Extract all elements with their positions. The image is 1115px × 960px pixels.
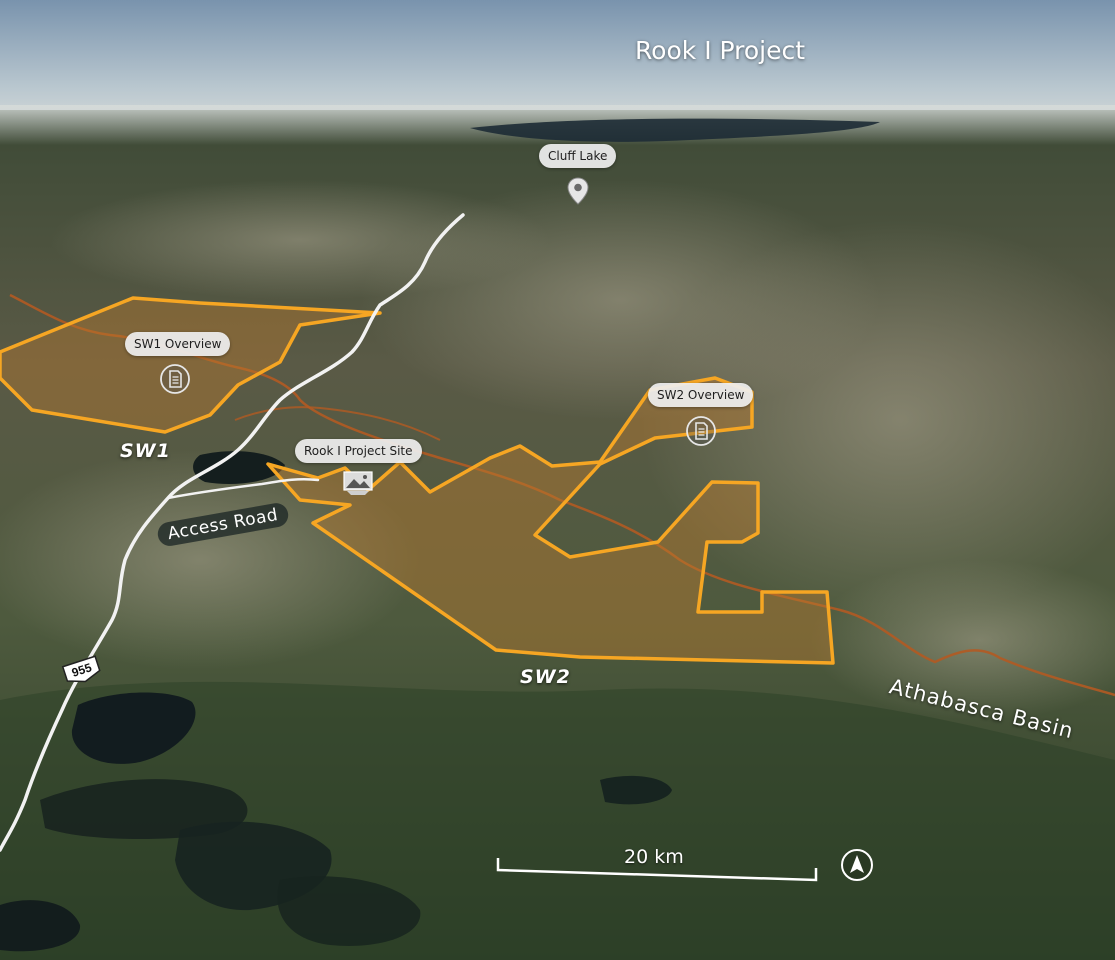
marker-label-sw1-overview[interactable]: SW1 Overview xyxy=(125,332,231,356)
terrain-patch xyxy=(50,180,550,300)
map-title: Rook I Project xyxy=(634,36,806,65)
marker-label-sw2-overview[interactable]: SW2 Overview xyxy=(648,383,754,407)
document-icon[interactable] xyxy=(159,363,191,395)
map-view[interactable]: Rook I Project Cluff Lake SW1 Overview S… xyxy=(0,0,1115,960)
document-icon[interactable] xyxy=(685,415,717,447)
marker-label-project-site[interactable]: Rook I Project Site xyxy=(295,439,422,463)
image-icon[interactable] xyxy=(341,469,375,499)
scale-bar-label: 20 km xyxy=(624,846,684,868)
zone-label-sw2: SW2 xyxy=(520,666,571,688)
location-pin-icon[interactable] xyxy=(566,176,590,206)
marker-label-cluff-lake[interactable]: Cluff Lake xyxy=(539,144,617,168)
zone-label-sw1: SW1 xyxy=(120,440,171,462)
north-arrow-icon[interactable] xyxy=(840,848,874,882)
